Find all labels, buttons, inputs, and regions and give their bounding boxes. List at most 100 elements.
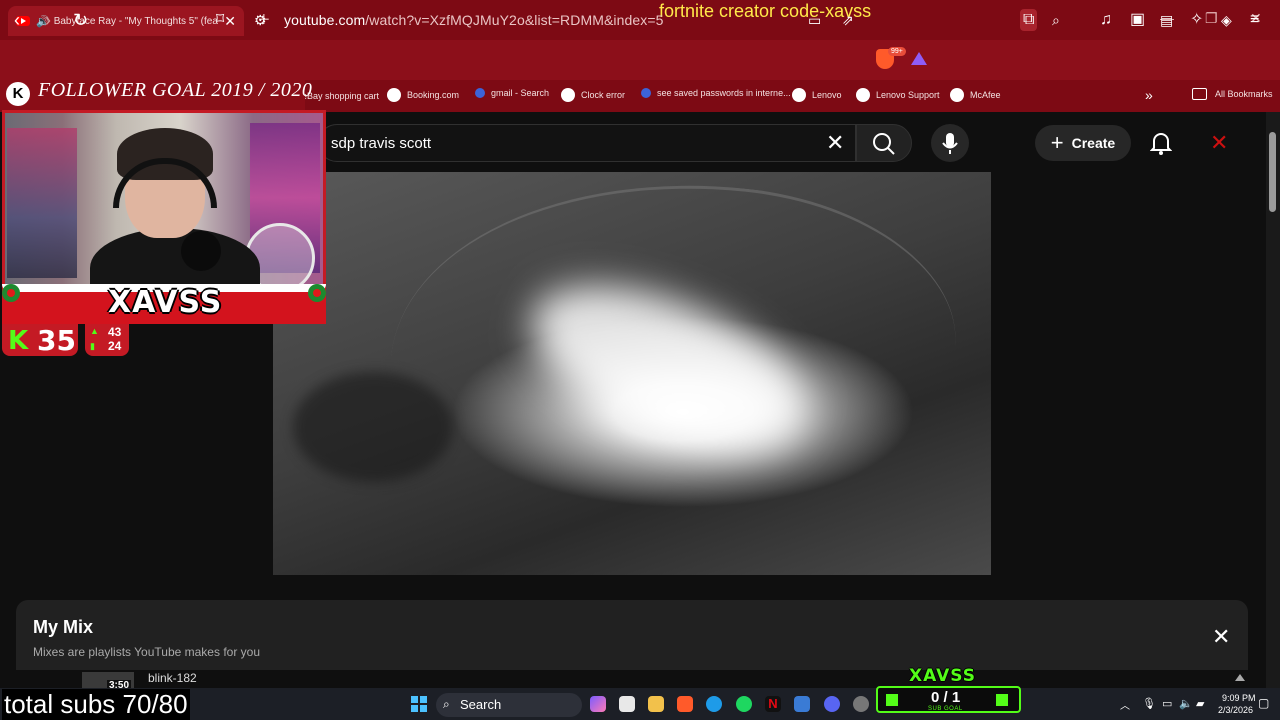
clock-date[interactable]: 2/3/2026 <box>1218 705 1253 715</box>
bookmark-mcafee[interactable]: McAfee <box>950 88 1001 102</box>
close-mix-icon[interactable]: ✕ <box>1212 624 1230 650</box>
mix-list-item[interactable] <box>16 670 1248 690</box>
url-field[interactable]: youtube.com/watch?v=XzfMQJMuY2o&list=RDM… <box>284 12 664 28</box>
create-button[interactable]: + Create <box>1035 125 1131 161</box>
wall-poster-left <box>7 128 77 278</box>
battery-icon[interactable]: ▰ <box>1196 697 1204 710</box>
video-frame-shadow <box>293 372 453 482</box>
bookmark-lenovo-support[interactable]: Lenovo Support <box>856 88 940 102</box>
wallet-icon[interactable]: ▤ <box>1160 9 1173 31</box>
copilot-icon[interactable] <box>590 696 606 712</box>
restore-button[interactable]: ❐ <box>1205 10 1218 27</box>
share-icon[interactable]: ⇗ <box>842 9 854 31</box>
microphone-icon <box>942 133 958 154</box>
extensions-icon[interactable]: ⧉ <box>1020 9 1038 31</box>
obs-icon[interactable] <box>853 696 869 712</box>
close-overlay-icon[interactable]: ✕ <box>1210 130 1228 156</box>
mix-subtitle: Mixes are playlists YouTube makes for yo… <box>33 645 260 659</box>
plus-icon: + <box>1050 130 1064 155</box>
music-icon[interactable]: ♫ <box>1100 9 1112 31</box>
more-bookmarks-icon[interactable]: » <box>1145 87 1153 103</box>
netflix-icon[interactable]: N <box>765 696 781 712</box>
video-player[interactable] <box>273 172 991 575</box>
windows-start-icon[interactable] <box>411 696 427 712</box>
leo-ai-icon[interactable]: ✧ <box>1190 9 1203 31</box>
stat-bars-value: 24 <box>108 339 122 353</box>
clock-time[interactable]: 9:09 PM <box>1222 693 1256 703</box>
page-search-icon[interactable]: ⌕ <box>1052 9 1060 31</box>
network-app-icon[interactable] <box>794 696 810 712</box>
reload-button[interactable]: ↻ <box>73 9 88 31</box>
kick-logo-icon: K <box>6 82 30 106</box>
mix-item-artist[interactable]: blink-182 <box>148 671 197 685</box>
bookmark-saved-passwords[interactable]: see saved passwords in interne... <box>641 88 791 98</box>
forward-button[interactable]: › <box>45 9 51 31</box>
close-tab-icon[interactable]: ✕ <box>224 13 236 30</box>
holly-left-icon <box>2 284 20 302</box>
folder-icon <box>1192 88 1207 100</box>
clear-search-icon[interactable]: ✕ <box>826 130 844 156</box>
sidebar-icon[interactable]: ▣ <box>1130 9 1145 31</box>
webcam-feed <box>5 113 323 288</box>
search-icon <box>475 88 485 98</box>
gift-icon <box>886 694 898 706</box>
notification-icon[interactable]: ▢ <box>1258 696 1269 710</box>
search-query[interactable]: sdp travis scott <box>331 135 431 152</box>
mic-tray-icon[interactable]: 🎙 <box>1142 697 1156 710</box>
kick-k-icon: K <box>8 326 29 356</box>
streamer-name: XAVSS <box>108 285 223 320</box>
taskbar-search-label[interactable]: Search <box>460 697 501 712</box>
bookmark-booking[interactable]: Booking.com <box>387 88 459 102</box>
sub-goal-logo: XAVSS <box>909 666 976 686</box>
sub-goal-value: 0 / 1 <box>931 689 961 706</box>
follower-count: 35 <box>37 324 76 357</box>
creator-code-overlay: fortnite creator code-xavss <box>659 1 872 21</box>
rewards-icon[interactable] <box>911 52 927 65</box>
globe-icon <box>792 88 806 102</box>
site-info-icon[interactable]: ⚙ <box>254 9 267 31</box>
bookmark-gmail[interactable]: gmail - Search <box>475 88 549 98</box>
sub-goal-label: SUB GOAL <box>928 706 963 712</box>
brave-taskbar-icon[interactable] <box>677 696 693 712</box>
search-icon: ⌕ <box>443 697 450 711</box>
holly-right-icon <box>308 284 326 302</box>
search-icon <box>873 133 895 155</box>
file-explorer-icon[interactable] <box>648 696 664 712</box>
bookmark-clock-error[interactable]: Clock error <box>561 88 625 102</box>
microphone-icon <box>181 231 221 271</box>
volume-icon[interactable]: 🔈 <box>1179 697 1193 710</box>
cast-icon[interactable]: ▭ <box>808 9 821 31</box>
mix-title: My Mix <box>33 617 94 637</box>
spotify-icon[interactable] <box>736 696 752 712</box>
edge-icon[interactable] <box>706 696 722 712</box>
follower-goal-text: FOLLOWER GOAL 2019 / 2020 <box>38 79 313 101</box>
bookmark-icon[interactable]: ⌑ <box>216 9 224 31</box>
display-tray-icon[interactable]: ▭ <box>1162 697 1172 710</box>
gift-icon <box>996 694 1008 706</box>
store-icon[interactable] <box>619 696 635 712</box>
globe-icon <box>950 88 964 102</box>
bookmark-ebay[interactable]: eBay shopping cart <box>302 91 379 101</box>
total-subs-overlay: total subs 70/80 <box>2 689 190 720</box>
brave-badge: 99+ <box>888 47 906 56</box>
all-bookmarks-button[interactable]: All Bookmarks <box>1192 88 1273 100</box>
notifications-button[interactable] <box>1149 130 1173 161</box>
scroll-up-arrow-icon[interactable] <box>1235 674 1245 681</box>
bar-chart-icon: ▮ <box>90 341 95 351</box>
bell-icon <box>1149 133 1173 155</box>
address-toolbar <box>0 40 1280 80</box>
back-button[interactable]: ‹ <box>14 9 20 31</box>
bookmark-lenovo[interactable]: Lenovo <box>792 88 842 102</box>
search-icon <box>641 88 651 98</box>
globe-icon <box>561 88 575 102</box>
discord-icon[interactable] <box>824 696 840 712</box>
browser-tab[interactable]: 🔊 Babyface Ray - "My Thoughts 5" (feat. … <box>8 6 244 36</box>
globe-icon <box>856 88 870 102</box>
taskbar-search[interactable] <box>436 693 582 717</box>
tray-chevron-icon[interactable]: ︿ <box>1120 697 1130 712</box>
scrollbar-thumb[interactable] <box>1269 132 1276 212</box>
search-button[interactable] <box>856 124 912 162</box>
vpn-icon[interactable]: ◈ <box>1221 9 1232 31</box>
voice-search-button[interactable] <box>931 124 969 162</box>
menu-icon[interactable]: ≡ <box>1250 9 1259 31</box>
